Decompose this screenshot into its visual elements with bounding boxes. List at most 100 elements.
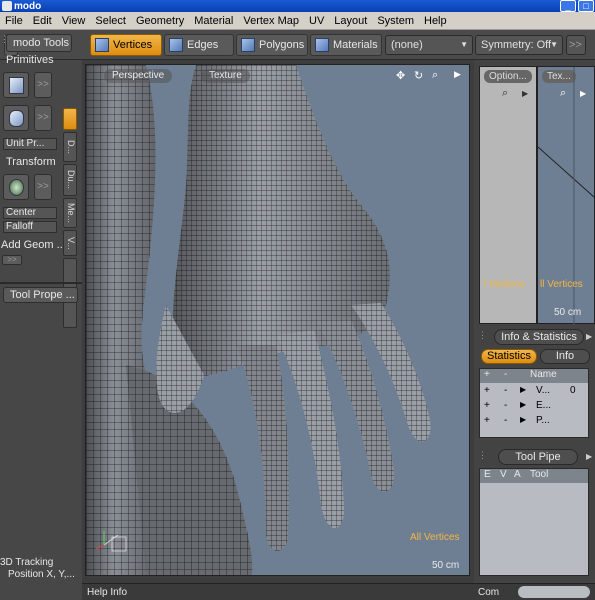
table-row[interactable]: + - ▶ P... — [480, 415, 588, 429]
menu-edit[interactable]: Edit — [28, 15, 57, 27]
add-geometry-more-button[interactable]: >> — [2, 255, 22, 265]
menu-file[interactable]: File — [0, 15, 28, 27]
app-icon — [2, 1, 12, 11]
tool-pipe-col-v[interactable]: V — [500, 469, 507, 480]
row-expand[interactable]: + — [484, 385, 490, 396]
minimize-icon[interactable]: _ — [560, 0, 576, 12]
side-tab-me[interactable]: Me... — [63, 198, 77, 228]
side-tab-v[interactable]: V... — [63, 230, 77, 256]
falloff-value: Falloff — [6, 221, 34, 232]
right-panel: Option... ⌕ ▶ l Vertices Tex... ⌕ ▶ ll V… — [474, 60, 595, 600]
row-collapse[interactable]: - — [504, 385, 507, 396]
name-column-header[interactable]: Name — [530, 369, 557, 380]
selection-set-dropdown[interactable]: (none) ▼ — [385, 35, 473, 55]
window-titlebar: modo _ □ — [0, 0, 595, 12]
statistics-table-header: + - Name — [480, 369, 588, 383]
maximize-icon[interactable]: □ — [578, 0, 594, 12]
menu-arrow-icon[interactable]: ▶ — [586, 332, 592, 341]
center-value: Center — [6, 207, 37, 218]
menu-uv[interactable]: UV — [304, 15, 329, 27]
info-statistics-tab[interactable]: Info & Statistics — [494, 329, 584, 345]
vertices-mode-button[interactable]: Vertices — [90, 34, 162, 56]
vertices-label: Vertices — [113, 39, 153, 51]
center-dropdown[interactable]: Center — [3, 207, 57, 219]
menu-arrow-icon[interactable]: ▶ — [522, 89, 528, 98]
viewport-scale-label: 50 cm — [432, 560, 460, 571]
row-arrow-icon[interactable]: ▶ — [520, 415, 526, 424]
menu-arrow-icon[interactable]: ▶ — [586, 452, 592, 461]
help-info-label: Help Info — [87, 587, 128, 598]
statistics-tab[interactable]: Statistics — [481, 349, 537, 364]
options-viewport[interactable]: Option... ⌕ ▶ l Vertices — [479, 66, 537, 324]
expand-all-header[interactable]: + — [484, 369, 490, 380]
row-arrow-icon[interactable]: ▶ — [520, 385, 526, 394]
tool-pipe-col-tool[interactable]: Tool — [530, 469, 548, 480]
edges-mode-button[interactable]: Edges — [164, 34, 234, 56]
unit-primitive-dropdown[interactable]: Unit Pr... — [3, 138, 57, 150]
row-collapse[interactable]: - — [504, 400, 507, 411]
menu-vertex-map[interactable]: Vertex Map — [238, 15, 304, 27]
primitives-more-button[interactable]: >> — [34, 72, 52, 98]
options-viewport-label[interactable]: Option... — [484, 70, 532, 83]
row-expand[interactable]: + — [484, 415, 490, 426]
menu-view[interactable]: View — [57, 15, 91, 27]
transform-label: Transform — [6, 156, 56, 168]
panel-grip-icon[interactable]: ⋮ — [0, 34, 9, 52]
panel-grip-icon[interactable]: ⋮ — [478, 450, 487, 461]
row-expand[interactable]: + — [484, 400, 490, 411]
chevron-down-icon: ▼ — [550, 40, 558, 49]
falloff-dropdown[interactable]: Falloff — [3, 221, 57, 233]
perspective-viewport[interactable]: Perspective Texture ✥ ↻ ⌕ ▶ All Vertices… — [85, 64, 470, 576]
menu-select[interactable]: Select — [90, 15, 131, 27]
add-geometry-label: Add Geom ... — [1, 239, 66, 251]
primitives-more-button-2[interactable]: >> — [34, 105, 52, 131]
menu-help[interactable]: Help — [419, 15, 452, 27]
collapse-all-header[interactable]: - — [504, 369, 507, 380]
transform-tool-button[interactable] — [3, 174, 29, 200]
toolbar-more-button[interactable]: >> — [566, 35, 586, 55]
panel-grip-icon[interactable]: ⋮ — [478, 330, 487, 341]
side-tab-du[interactable]: Du... — [63, 164, 77, 196]
tool-pipe-col-e[interactable]: E — [484, 469, 491, 480]
texture-viewport[interactable]: Tex... ⌕ ▶ ll Vertices 50 cm — [537, 66, 595, 325]
zoom-icon[interactable]: ⌕ — [432, 69, 438, 82]
row-name: V... — [536, 385, 551, 396]
menu-material[interactable]: Material — [189, 15, 238, 27]
rotate-icon[interactable]: ↻ — [414, 69, 423, 82]
menu-geometry[interactable]: Geometry — [131, 15, 189, 27]
row-collapse[interactable]: - — [504, 415, 507, 426]
unit-primitive-value: Unit Pr... — [6, 138, 45, 149]
side-tab-d[interactable]: D... — [63, 132, 77, 162]
tools-panel: modo Tools ⋮ Primitives >> >> Unit Pr...… — [0, 34, 82, 600]
side-tab-active[interactable] — [63, 108, 77, 130]
table-row[interactable]: + - ▶ E... — [480, 400, 588, 414]
all-vertices-overlay: All Vertices — [410, 532, 460, 543]
zoom-icon[interactable]: ⌕ — [502, 87, 508, 100]
menu-arrow-icon[interactable]: ▶ — [454, 69, 461, 80]
tool-properties-tab[interactable]: Tool Prope ... — [3, 287, 78, 303]
tool-pipe-col-a[interactable]: A — [514, 469, 521, 480]
command-input[interactable] — [518, 586, 590, 598]
menu-layout[interactable]: Layout — [329, 15, 372, 27]
command-bar: Com — [474, 583, 595, 600]
menu-system[interactable]: System — [372, 15, 419, 27]
tool-pipe-tab[interactable]: Tool Pipe — [498, 449, 578, 465]
panel-divider — [0, 282, 82, 284]
materials-label: Materials — [333, 39, 378, 51]
symmetry-dropdown[interactable]: Symmetry: Off ▼ — [475, 35, 563, 55]
help-info-bar: Help Info — [82, 583, 474, 600]
row-arrow-icon[interactable]: ▶ — [520, 400, 526, 409]
modo-tools-tab[interactable]: modo Tools — [6, 34, 72, 52]
move-icon[interactable]: ✥ — [396, 69, 405, 82]
polygons-mode-button[interactable]: Polygons — [236, 34, 308, 56]
info-tab[interactable]: Info — [540, 349, 590, 364]
cylinder-tool-button[interactable] — [3, 105, 29, 131]
table-row[interactable]: + - ▶ V... 0 — [480, 385, 588, 399]
row-count: 0 — [570, 385, 576, 396]
materials-mode-button[interactable]: Materials — [310, 34, 382, 56]
transform-more-button[interactable]: >> — [34, 174, 52, 200]
perspective-tab[interactable]: Perspective — [104, 69, 173, 83]
edges-icon — [169, 38, 183, 52]
cube-tool-button[interactable] — [3, 72, 29, 98]
texture-tab[interactable]: Texture — [201, 69, 250, 83]
